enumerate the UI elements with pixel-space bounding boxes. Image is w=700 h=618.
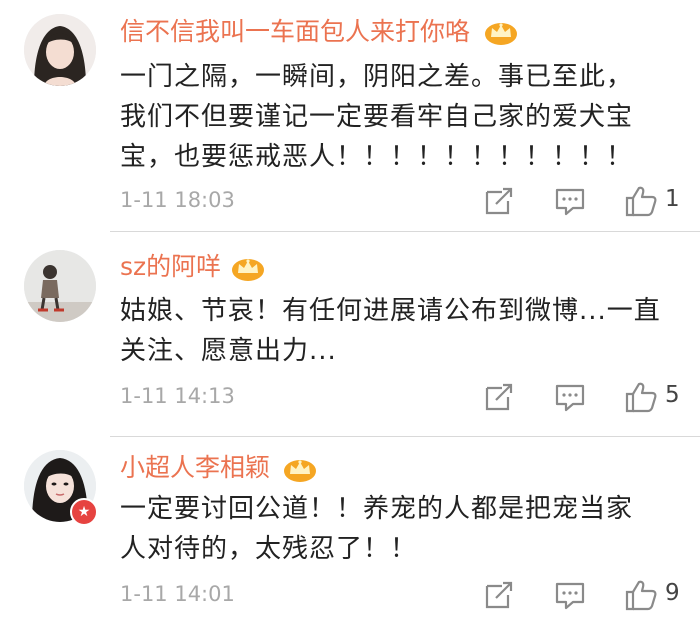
- comment-text: 一定要讨回公道！！养宠的人都是把宠当家 人对待的，太残忍了！！: [120, 489, 680, 569]
- comment-line: 我们不但要谨记一定要看牢自己家的爱犬宝: [120, 102, 634, 132]
- like-count: 5: [665, 382, 680, 408]
- avatar[interactable]: [24, 250, 96, 322]
- comment-line: 人对待的，太残忍了！！: [120, 534, 418, 564]
- like-icon[interactable]: [624, 380, 658, 414]
- comment-item: sz的阿咩 姑娘、节哀！有任何进展请公布到微博...一直 关注、愿意出力... …: [0, 232, 700, 438]
- comment-text: 姑娘、节哀！有任何进展请公布到微博...一直 关注、愿意出力...: [120, 291, 680, 371]
- avatar-image: [24, 250, 96, 322]
- comment-icon[interactable]: [553, 578, 587, 612]
- repost-icon[interactable]: [482, 578, 516, 612]
- avatar-image: [24, 14, 96, 86]
- username[interactable]: sz的阿咩: [120, 252, 221, 282]
- comment-meta: 1-11 18:03 1: [0, 180, 700, 224]
- avatar[interactable]: [24, 14, 96, 86]
- comment-time: 1-11 14:13: [120, 384, 235, 408]
- comment-icon[interactable]: [553, 184, 587, 218]
- vip-crown-icon: [282, 455, 318, 483]
- comment-time: 1-11 18:03: [120, 188, 235, 212]
- comment-time: 1-11 14:01: [120, 582, 235, 606]
- username[interactable]: 信不信我叫一车面包人来打你咯: [120, 17, 470, 47]
- username[interactable]: 小超人李相颖: [120, 453, 270, 483]
- comment-line: 一定要讨回公道！！养宠的人都是把宠当家: [120, 494, 634, 524]
- comment-line: 一门之隔，一瞬间，阴阳之差。事已至此，: [120, 62, 634, 92]
- like-count: 1: [665, 186, 680, 212]
- vip-crown-icon: [230, 254, 266, 282]
- comment-meta: 1-11 14:13 5: [0, 376, 700, 420]
- comment-item: 信不信我叫一车面包人来打你咯 一门之隔，一瞬间，阴阳之差。事已至此， 我们不但要…: [0, 0, 700, 232]
- comment-line: 宝，也要惩戒恶人！！！！！！！！！！！: [120, 142, 634, 172]
- comment-item: ★ 小超人李相颖 一定要讨回公道！！养宠的人都是把宠当家 人对待的，太残忍了！！…: [0, 438, 700, 609]
- divider: [110, 436, 700, 437]
- like-count: 9: [665, 580, 680, 606]
- comment-line: 姑娘、节哀！有任何进展请公布到微博...一直: [120, 296, 661, 326]
- vip-crown-icon: [483, 18, 519, 46]
- comment-icon[interactable]: [553, 380, 587, 414]
- comment-text: 一门之隔，一瞬间，阴阳之差。事已至此， 我们不但要谨记一定要看牢自己家的爱犬宝 …: [120, 57, 680, 177]
- like-icon[interactable]: [624, 184, 658, 218]
- comment-meta: 1-11 14:01 9: [0, 574, 700, 618]
- repost-icon[interactable]: [482, 184, 516, 218]
- verified-badge-icon: ★: [70, 498, 98, 526]
- comment-line: 关注、愿意出力...: [120, 336, 337, 366]
- like-icon[interactable]: [624, 578, 658, 612]
- repost-icon[interactable]: [482, 380, 516, 414]
